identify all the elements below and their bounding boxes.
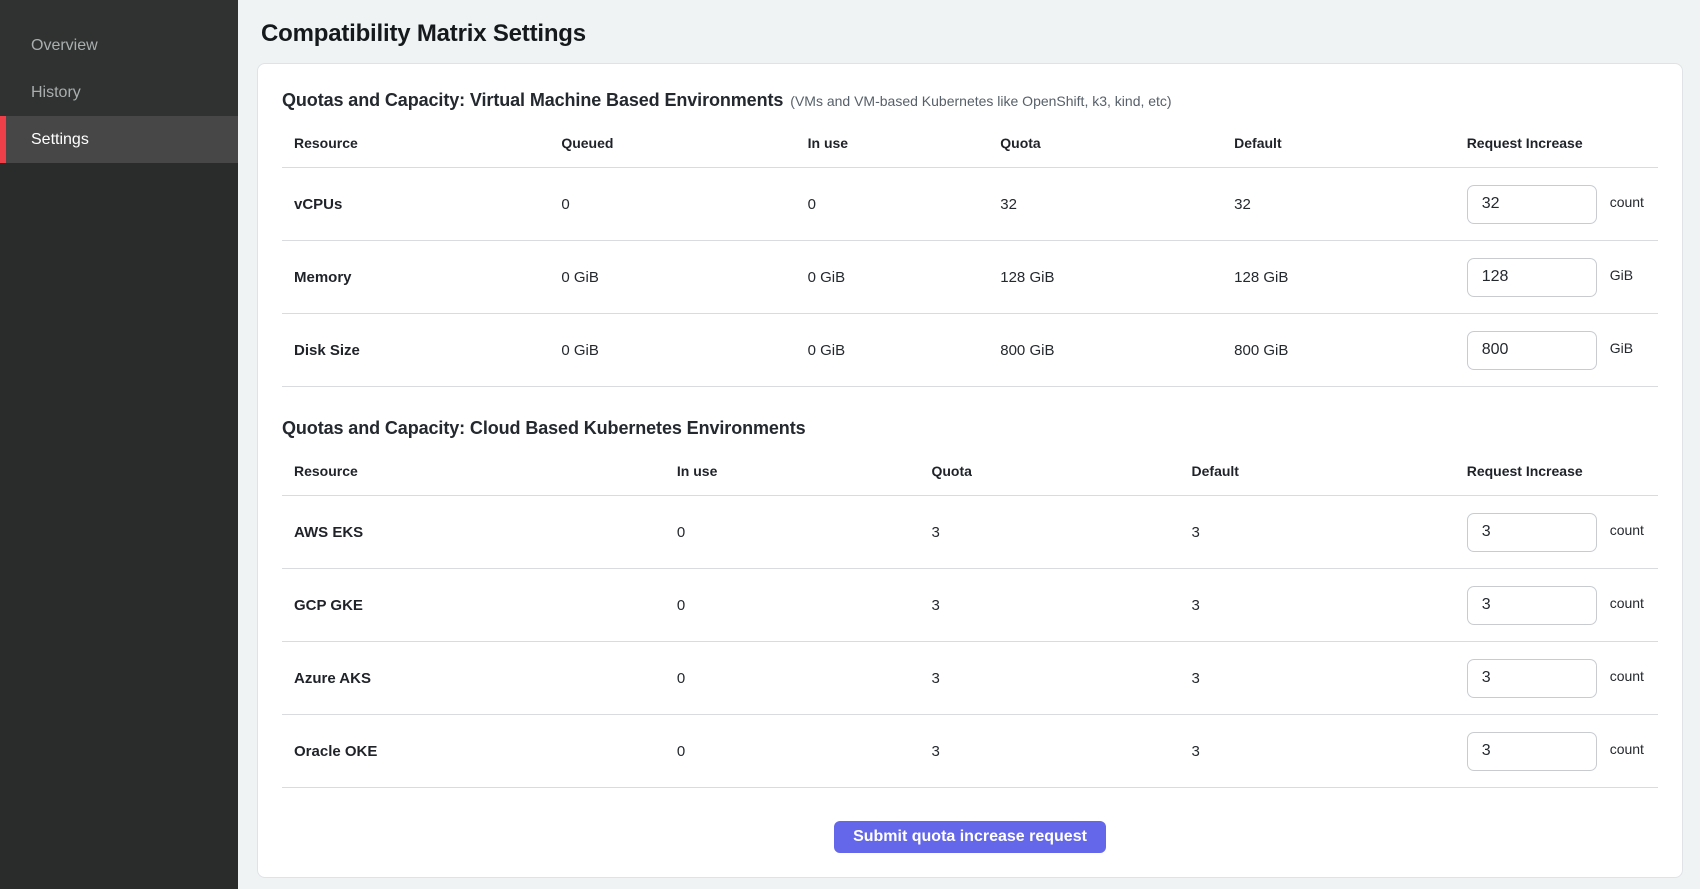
- in-use-value: 0: [677, 496, 932, 569]
- in-use-value: 0 GiB: [808, 241, 1001, 314]
- resource-name: Azure AKS: [294, 670, 371, 687]
- resource-name: Oracle OKE: [294, 743, 377, 760]
- table-row: Memory 0 GiB 0 GiB 128 GiB 128 GiB GiB: [282, 241, 1658, 314]
- column-header-resource: Resource: [282, 453, 677, 496]
- cloud-table-header-row: Resource In use Quota Default Request In…: [282, 453, 1658, 496]
- quota-value: 3: [931, 715, 1191, 788]
- column-header-resource: Resource: [282, 125, 561, 168]
- default-value: 3: [1192, 496, 1467, 569]
- column-header-request-increase: Request Increase: [1467, 453, 1658, 496]
- cloud-quota-table: Resource In use Quota Default Request In…: [282, 453, 1658, 788]
- unit-label: count: [1610, 668, 1644, 684]
- quota-value: 32: [1000, 168, 1234, 241]
- table-row: vCPUs 0 0 32 32 count: [282, 168, 1658, 241]
- default-value: 128 GiB: [1234, 241, 1467, 314]
- vm-section-header: Quotas and Capacity: Virtual Machine Bas…: [282, 90, 1658, 111]
- sidebar-nav: Overview History Settings: [0, 0, 238, 163]
- sidebar-item-overview[interactable]: Overview: [0, 22, 238, 69]
- column-header-in-use: In use: [677, 453, 932, 496]
- in-use-value: 0: [677, 642, 932, 715]
- unit-label: count: [1610, 595, 1644, 611]
- request-increase-input[interactable]: [1467, 331, 1597, 370]
- request-increase-input[interactable]: [1467, 732, 1597, 771]
- sidebar: Overview History Settings: [0, 0, 238, 889]
- column-header-default: Default: [1234, 125, 1467, 168]
- quota-value: 3: [931, 642, 1191, 715]
- table-row: AWS EKS 0 3 3 count: [282, 496, 1658, 569]
- unit-label: count: [1610, 522, 1644, 538]
- cloud-section-title: Quotas and Capacity: Cloud Based Kuberne…: [282, 418, 806, 438]
- resource-name: AWS EKS: [294, 524, 363, 541]
- default-value: 32: [1234, 168, 1467, 241]
- default-value: 3: [1192, 569, 1467, 642]
- table-row: Disk Size 0 GiB 0 GiB 800 GiB 800 GiB Gi…: [282, 314, 1658, 387]
- quota-value: 800 GiB: [1000, 314, 1234, 387]
- resource-name: Memory: [294, 269, 352, 286]
- in-use-value: 0: [677, 569, 932, 642]
- settings-card: Quotas and Capacity: Virtual Machine Bas…: [257, 63, 1683, 878]
- request-increase-input[interactable]: [1467, 185, 1597, 224]
- unit-label: GiB: [1610, 267, 1633, 283]
- vm-table-header-row: Resource Queued In use Quota Default Req…: [282, 125, 1658, 168]
- quota-value: 3: [931, 569, 1191, 642]
- sidebar-item-settings[interactable]: Settings: [0, 116, 238, 163]
- column-header-quota: Quota: [931, 453, 1191, 496]
- column-header-queued: Queued: [561, 125, 807, 168]
- queued-value: 0: [561, 168, 807, 241]
- vm-quota-table: Resource Queued In use Quota Default Req…: [282, 125, 1658, 387]
- in-use-value: 0: [808, 168, 1001, 241]
- sidebar-item-history[interactable]: History: [0, 69, 238, 116]
- unit-label: count: [1610, 741, 1644, 757]
- table-row: Azure AKS 0 3 3 count: [282, 642, 1658, 715]
- page-title: Compatibility Matrix Settings: [261, 20, 1683, 48]
- table-row: Oracle OKE 0 3 3 count: [282, 715, 1658, 788]
- request-increase-input[interactable]: [1467, 258, 1597, 297]
- table-row: GCP GKE 0 3 3 count: [282, 569, 1658, 642]
- queued-value: 0 GiB: [561, 314, 807, 387]
- resource-name: vCPUs: [294, 196, 342, 213]
- default-value: 3: [1192, 642, 1467, 715]
- vm-section-subtitle: (VMs and VM-based Kubernetes like OpenSh…: [790, 93, 1171, 109]
- resource-name: Disk Size: [294, 342, 360, 359]
- column-header-in-use: In use: [808, 125, 1001, 168]
- in-use-value: 0: [677, 715, 932, 788]
- quota-value: 3: [931, 496, 1191, 569]
- column-header-default: Default: [1192, 453, 1467, 496]
- unit-label: count: [1610, 194, 1644, 210]
- column-header-quota: Quota: [1000, 125, 1234, 168]
- queued-value: 0 GiB: [561, 241, 807, 314]
- in-use-value: 0 GiB: [808, 314, 1001, 387]
- request-increase-input[interactable]: [1467, 586, 1597, 625]
- vm-section-title: Quotas and Capacity: Virtual Machine Bas…: [282, 90, 783, 110]
- cloud-section-header: Quotas and Capacity: Cloud Based Kuberne…: [282, 418, 1658, 439]
- request-increase-input[interactable]: [1467, 659, 1597, 698]
- request-increase-input[interactable]: [1467, 513, 1597, 552]
- quota-value: 128 GiB: [1000, 241, 1234, 314]
- resource-name: GCP GKE: [294, 597, 363, 614]
- default-value: 800 GiB: [1234, 314, 1467, 387]
- unit-label: GiB: [1610, 340, 1633, 356]
- default-value: 3: [1192, 715, 1467, 788]
- submit-row: Submit quota increase request: [282, 821, 1658, 853]
- column-header-request-increase: Request Increase: [1467, 125, 1658, 168]
- main-content: Compatibility Matrix Settings Quotas and…: [238, 0, 1700, 889]
- submit-quota-button[interactable]: Submit quota increase request: [834, 821, 1106, 853]
